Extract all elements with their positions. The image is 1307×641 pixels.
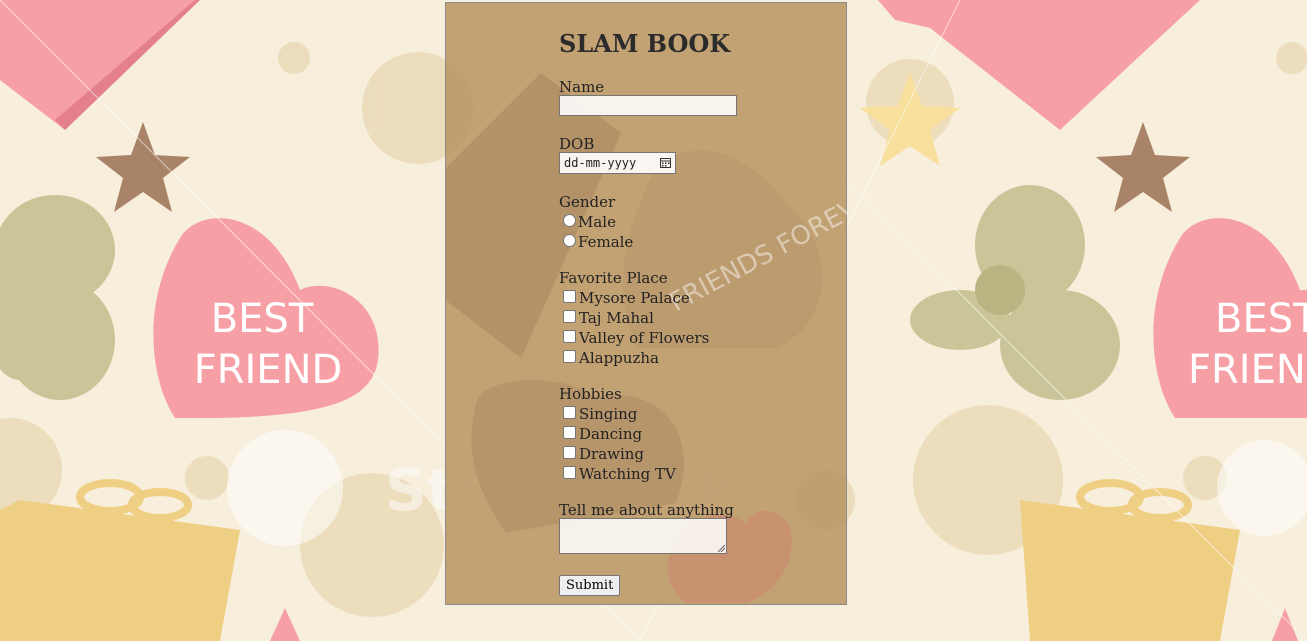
heart-text-3: BEST: [1215, 296, 1307, 342]
page-title: SLAM BOOK: [559, 29, 731, 58]
place-option[interactable]: Alappuzha: [563, 349, 659, 367]
heart-best-friend-left: BEST FRIEND: [153, 218, 379, 419]
gender-option-male[interactable]: Male: [563, 213, 616, 231]
hobby-option-label: Drawing: [579, 445, 645, 463]
place-option-label: Taj Mahal: [579, 309, 654, 327]
place-option[interactable]: Taj Mahal: [563, 309, 654, 327]
gift-box-left: [0, 479, 240, 641]
radio-male[interactable]: [563, 213, 576, 227]
checkbox-taj-mahal[interactable]: [563, 309, 576, 323]
hobby-option[interactable]: Dancing: [563, 425, 642, 443]
checkbox-alappuzha[interactable]: [563, 349, 576, 363]
place-label: Favorite Place: [559, 269, 668, 287]
place-option[interactable]: Mysore Palace: [563, 289, 690, 307]
checkbox-singing[interactable]: [563, 405, 576, 419]
hobby-option[interactable]: Watching TV: [563, 465, 676, 483]
radio-female[interactable]: [563, 233, 576, 247]
heart-text-1: BEST: [211, 296, 314, 342]
checkbox-watching-tv[interactable]: [563, 465, 576, 479]
place-option-label: Valley of Flowers: [579, 329, 710, 347]
star-left: [96, 122, 190, 212]
dob-input[interactable]: dd-mm-yyyy: [559, 152, 676, 174]
checkbox-mysore-palace[interactable]: [563, 289, 576, 303]
checkbox-drawing[interactable]: [563, 445, 576, 459]
hobby-option[interactable]: Singing: [563, 405, 637, 423]
hobby-option-label: Watching TV: [579, 465, 676, 483]
butterfly-left: [0, 195, 115, 400]
butterfly-right: [910, 185, 1120, 400]
gender-label: Gender: [559, 193, 616, 211]
submit-button[interactable]: Submit: [559, 575, 621, 596]
checkbox-dancing[interactable]: [563, 425, 576, 439]
about-textarea[interactable]: [559, 518, 727, 554]
checkbox-valley-of-flowers[interactable]: [563, 329, 576, 343]
resize-grip-icon[interactable]: [718, 545, 725, 552]
dob-label: DOB: [559, 135, 595, 153]
place-option[interactable]: Valley of Flowers: [563, 329, 709, 347]
dob-placeholder: dd-mm-yyyy: [564, 156, 637, 170]
place-option-label: Mysore Palace: [579, 289, 690, 307]
hobby-option[interactable]: Drawing: [563, 445, 644, 463]
pink-diamond-left: [0, 0, 200, 130]
heart-text-4: FRIEND: [1188, 347, 1307, 393]
hobby-option-label: Dancing: [579, 425, 643, 443]
name-label: Name: [559, 78, 605, 96]
hobbies-label: Hobbies: [559, 385, 622, 403]
gift-box-right: [1020, 479, 1240, 641]
heart-text-2: FRIEND: [194, 347, 343, 393]
gender-male-label: Male: [578, 213, 616, 231]
star-right: [1096, 122, 1190, 212]
calendar-icon[interactable]: [660, 157, 671, 168]
name-input[interactable]: [559, 95, 737, 116]
about-label: Tell me about anything: [559, 501, 734, 519]
place-option-label: Alappuzha: [579, 349, 659, 367]
gender-option-female[interactable]: Female: [563, 233, 633, 251]
hobby-option-label: Singing: [579, 405, 638, 423]
gender-female-label: Female: [578, 233, 634, 251]
slam-book-form: FRIENDS FOREVER SLAM BOOK Name DOB dd-mm…: [445, 2, 848, 605]
heart-best-friend-right: BEST FRIEND: [1153, 218, 1307, 418]
